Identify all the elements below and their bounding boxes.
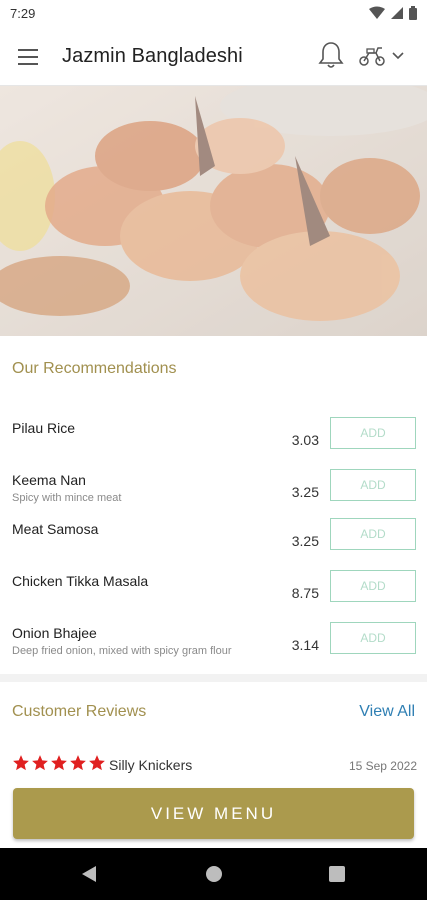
recents-icon[interactable]	[328, 865, 346, 883]
item-name: Pilau Rice	[12, 420, 76, 436]
signal-icon	[391, 7, 403, 19]
app-bar: Jazmin Bangladeshi	[0, 28, 427, 86]
item-price: 3.25	[291, 533, 319, 549]
star-icon	[32, 755, 48, 771]
star-icon	[89, 755, 105, 771]
add-button[interactable]: ADD	[330, 417, 416, 449]
star-icon	[51, 755, 67, 771]
item-name: Meat Samosa	[12, 521, 99, 537]
item-description: Deep fried onion, mixed with spicy gram …	[12, 645, 232, 657]
menu-item: Onion Bhajee Deep fried onion, mixed wit…	[0, 622, 427, 677]
back-icon[interactable]	[80, 864, 98, 884]
menu-item: Meat Samosa 3.25 ADD	[0, 518, 427, 573]
scooter-icon	[359, 47, 385, 66]
system-nav-bar	[0, 848, 427, 900]
add-button[interactable]: ADD	[330, 622, 416, 654]
star-rating	[12, 754, 106, 772]
battery-icon	[409, 6, 417, 20]
bell-icon[interactable]	[318, 40, 346, 70]
menu-item: Keema Nan Spicy with mince meat 3.25 ADD	[0, 469, 427, 524]
add-button[interactable]: ADD	[330, 518, 416, 550]
hero-image	[0, 86, 427, 336]
item-name: Chicken Tikka Masala	[12, 573, 149, 589]
status-bar: 7:29	[0, 0, 427, 28]
review-row[interactable]: Silly Knickers 15 Sep 2022	[12, 754, 417, 776]
recommendations-title: Our Recommendations	[12, 360, 177, 377]
reviews-title: Customer Reviews	[12, 703, 147, 720]
menu-item: Pilau Rice 3.03 ADD	[0, 417, 427, 472]
reviewer-name: Silly Knickers	[109, 757, 193, 773]
view-all-reviews-link[interactable]: View All	[359, 703, 415, 721]
star-icon	[13, 755, 29, 771]
item-price: 8.75	[291, 585, 319, 601]
item-price: 3.14	[291, 637, 319, 653]
add-button[interactable]: ADD	[330, 469, 416, 501]
status-time: 7:29	[10, 6, 36, 21]
item-price: 3.03	[291, 432, 319, 448]
chevron-down-icon	[392, 52, 404, 60]
add-button[interactable]: ADD	[330, 570, 416, 602]
item-name: Keema Nan	[12, 472, 86, 488]
status-icons	[369, 6, 417, 20]
menu-item: Chicken Tikka Masala 8.75 ADD	[0, 570, 427, 625]
hamburger-menu-icon[interactable]	[16, 44, 44, 70]
item-description: Spicy with mince meat	[12, 492, 122, 504]
item-price: 3.25	[291, 484, 319, 500]
star-icon	[70, 755, 86, 771]
wifi-icon	[369, 6, 385, 19]
delivery-mode-selector[interactable]	[358, 42, 414, 70]
item-name: Onion Bhajee	[12, 625, 97, 641]
page-title: Jazmin Bangladeshi	[62, 45, 243, 67]
section-divider	[0, 674, 427, 682]
home-icon[interactable]	[204, 864, 224, 884]
review-date: 15 Sep 2022	[348, 759, 417, 773]
view-menu-button[interactable]: VIEW MENU	[13, 788, 414, 839]
